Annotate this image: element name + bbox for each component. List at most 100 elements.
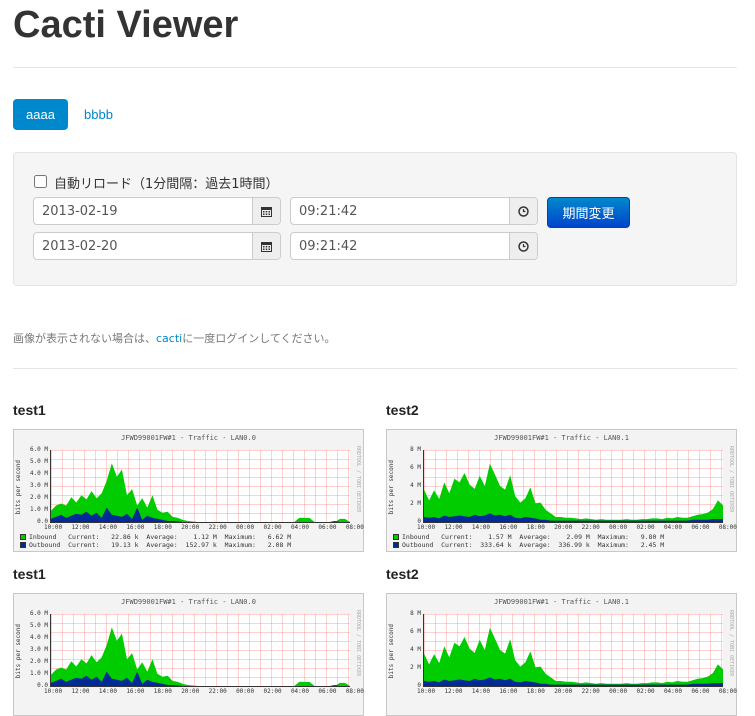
graph-title-test1: test1 (13, 566, 46, 582)
x-tick-label: 16:00 (499, 688, 518, 695)
graph-heading: JFWD99001FW#1 - Traffic - LAN0.1 (494, 598, 629, 606)
start-time-field (290, 197, 538, 225)
x-tick-label: 16:00 (126, 524, 145, 531)
y-tick-label: 5.0 M (29, 622, 48, 629)
traffic-graph[interactable]: JFWD99001FW#1 - Traffic - LAN0.1 bits per… (386, 429, 737, 552)
y-tick-label: 1.0 M (29, 670, 48, 677)
x-tick-label: 10:00 (44, 524, 63, 531)
x-tick-label: 00:00 (609, 524, 628, 531)
end-time-input[interactable] (291, 233, 509, 259)
x-tick-label: 06:00 (691, 688, 710, 695)
traffic-chart (51, 627, 350, 686)
end-date-input[interactable] (34, 233, 252, 259)
x-tick-label: 12:00 (71, 688, 90, 695)
x-tick-label: 16:00 (499, 524, 518, 531)
x-tick-label: 18:00 (526, 524, 545, 531)
tab-bbbb[interactable]: bbbb (71, 99, 126, 130)
traffic-graph[interactable]: JFWD99001FW#1 - Traffic - LAN0.1 bits per… (386, 593, 737, 716)
change-period-button[interactable]: 期間変更 (547, 197, 630, 228)
y-tick-label: 4 M (410, 646, 421, 653)
x-tick-label: 12:00 (444, 524, 463, 531)
start-date-field (33, 197, 281, 225)
legend-text: Inbound Current: 1.57 M Average: 2.09 M … (402, 533, 665, 541)
autoreload-label: 自動リロード（1分間隔：過去1時間） (54, 177, 279, 192)
legend-swatch (20, 534, 26, 540)
traffic-graph[interactable]: JFWD99001FW#1 - Traffic - LAN0.0 bits per… (13, 429, 364, 552)
x-tick-label: 14:00 (471, 688, 490, 695)
plot-area (50, 614, 350, 687)
x-tick-label: 18:00 (153, 524, 172, 531)
x-tick-label: 00:00 (236, 688, 255, 695)
graph-heading: JFWD99001FW#1 - Traffic - LAN0.0 (121, 434, 256, 442)
x-tick-label: 04:00 (663, 524, 682, 531)
clock-icon[interactable] (509, 233, 537, 259)
x-axis-ticks: 10:00 12:00 14:00 16:00 18:00 20:00 22:00 00:00… (417, 688, 737, 695)
x-tick-label: 20:00 (554, 524, 573, 531)
legend-row: Inbound Current: 22.86 k Average: 1.12 M… (20, 533, 291, 541)
x-axis-ticks: 10:00 12:00 14:00 16:00 18:00 20:00 22:00 00:00… (417, 524, 737, 531)
y-axis-label: bits per second (388, 460, 395, 515)
rrdtool-credit: RRDTOOL / TOBI OETIKER (728, 610, 734, 677)
x-tick-label: 22:00 (581, 688, 600, 695)
x-tick-label: 04:00 (290, 524, 309, 531)
y-tick-label: 8 M (410, 610, 421, 617)
traffic-chart (51, 463, 350, 522)
x-tick-label: 06:00 (318, 524, 337, 531)
x-tick-label: 20:00 (181, 688, 200, 695)
traffic-graph[interactable]: JFWD99001FW#1 - Traffic - LAN0.0 bits per… (13, 593, 364, 716)
y-tick-label: 1.0 M (29, 506, 48, 513)
y-tick-label: 8 M (410, 446, 421, 453)
traffic-chart (424, 463, 723, 522)
x-tick-label: 22:00 (581, 524, 600, 531)
tab-aaaa[interactable]: aaaa (13, 99, 68, 130)
note-text-after: に一度ログインしてください。 (182, 332, 336, 345)
inbound-area (424, 627, 723, 686)
rrdtool-credit: RRDTOOL / TOBI OETIKER (355, 610, 361, 677)
y-tick-label: 6 M (410, 628, 421, 635)
legend-text: Outbound Current: 19.13 k Average: 152.9… (29, 541, 292, 549)
graph-title-test2: test2 (386, 566, 419, 582)
autoreload-checkbox[interactable] (34, 175, 47, 188)
x-tick-label: 20:00 (181, 524, 200, 531)
legend-text: Inbound Current: 22.86 k Average: 1.12 M… (29, 533, 292, 541)
x-tick-label: 02:00 (636, 524, 655, 531)
x-tick-label: 02:00 (263, 688, 282, 695)
x-tick-label: 04:00 (663, 688, 682, 695)
start-time-input[interactable] (291, 198, 509, 224)
cacti-link[interactable]: cacti (156, 332, 182, 345)
x-axis-ticks: 10:00 12:00 14:00 16:00 18:00 20:00 22:00 00:00… (44, 688, 364, 695)
clock-icon[interactable] (509, 198, 537, 224)
x-tick-label: 12:00 (71, 524, 90, 531)
legend-row: Outbound Current: 19.13 k Average: 152.9… (20, 541, 291, 549)
legend-swatch (20, 542, 26, 548)
traffic-chart (424, 627, 723, 686)
x-tick-label: 08:00 (345, 688, 364, 695)
graph-heading: JFWD99001FW#1 - Traffic - LAN0.0 (121, 598, 256, 606)
legend-text: Outbound Current: 333.64 k Average: 336.… (402, 541, 665, 549)
start-date-input[interactable] (34, 198, 252, 224)
x-tick-label: 14:00 (471, 524, 490, 531)
x-tick-label: 20:00 (554, 688, 573, 695)
calendar-icon[interactable] (252, 233, 280, 259)
x-tick-label: 04:00 (290, 688, 309, 695)
x-axis-ticks: 10:00 12:00 14:00 16:00 18:00 20:00 22:00 00:00… (44, 524, 364, 531)
graph-title-test2: test2 (386, 402, 419, 418)
divider (13, 67, 737, 68)
y-tick-label: 3.0 M (29, 646, 48, 653)
graph-heading: JFWD99001FW#1 - Traffic - LAN0.1 (494, 434, 629, 442)
end-date-field (33, 232, 281, 260)
x-tick-label: 18:00 (153, 688, 172, 695)
y-tick-label: 6.0 M (29, 446, 48, 453)
y-tick-label: 4.0 M (29, 470, 48, 477)
legend-row: Inbound Current: 1.57 M Average: 2.09 M … (393, 533, 664, 541)
period-form: 自動リロード（1分間隔：過去1時間） 期間変更 (13, 152, 737, 286)
x-tick-label: 08:00 (718, 688, 737, 695)
calendar-icon[interactable] (252, 198, 280, 224)
x-tick-label: 08:00 (345, 524, 364, 531)
end-time-field (290, 232, 538, 260)
x-tick-label: 02:00 (263, 524, 282, 531)
x-tick-label: 08:00 (718, 524, 737, 531)
plot-area (423, 614, 723, 687)
x-tick-label: 18:00 (526, 688, 545, 695)
divider (13, 368, 737, 369)
